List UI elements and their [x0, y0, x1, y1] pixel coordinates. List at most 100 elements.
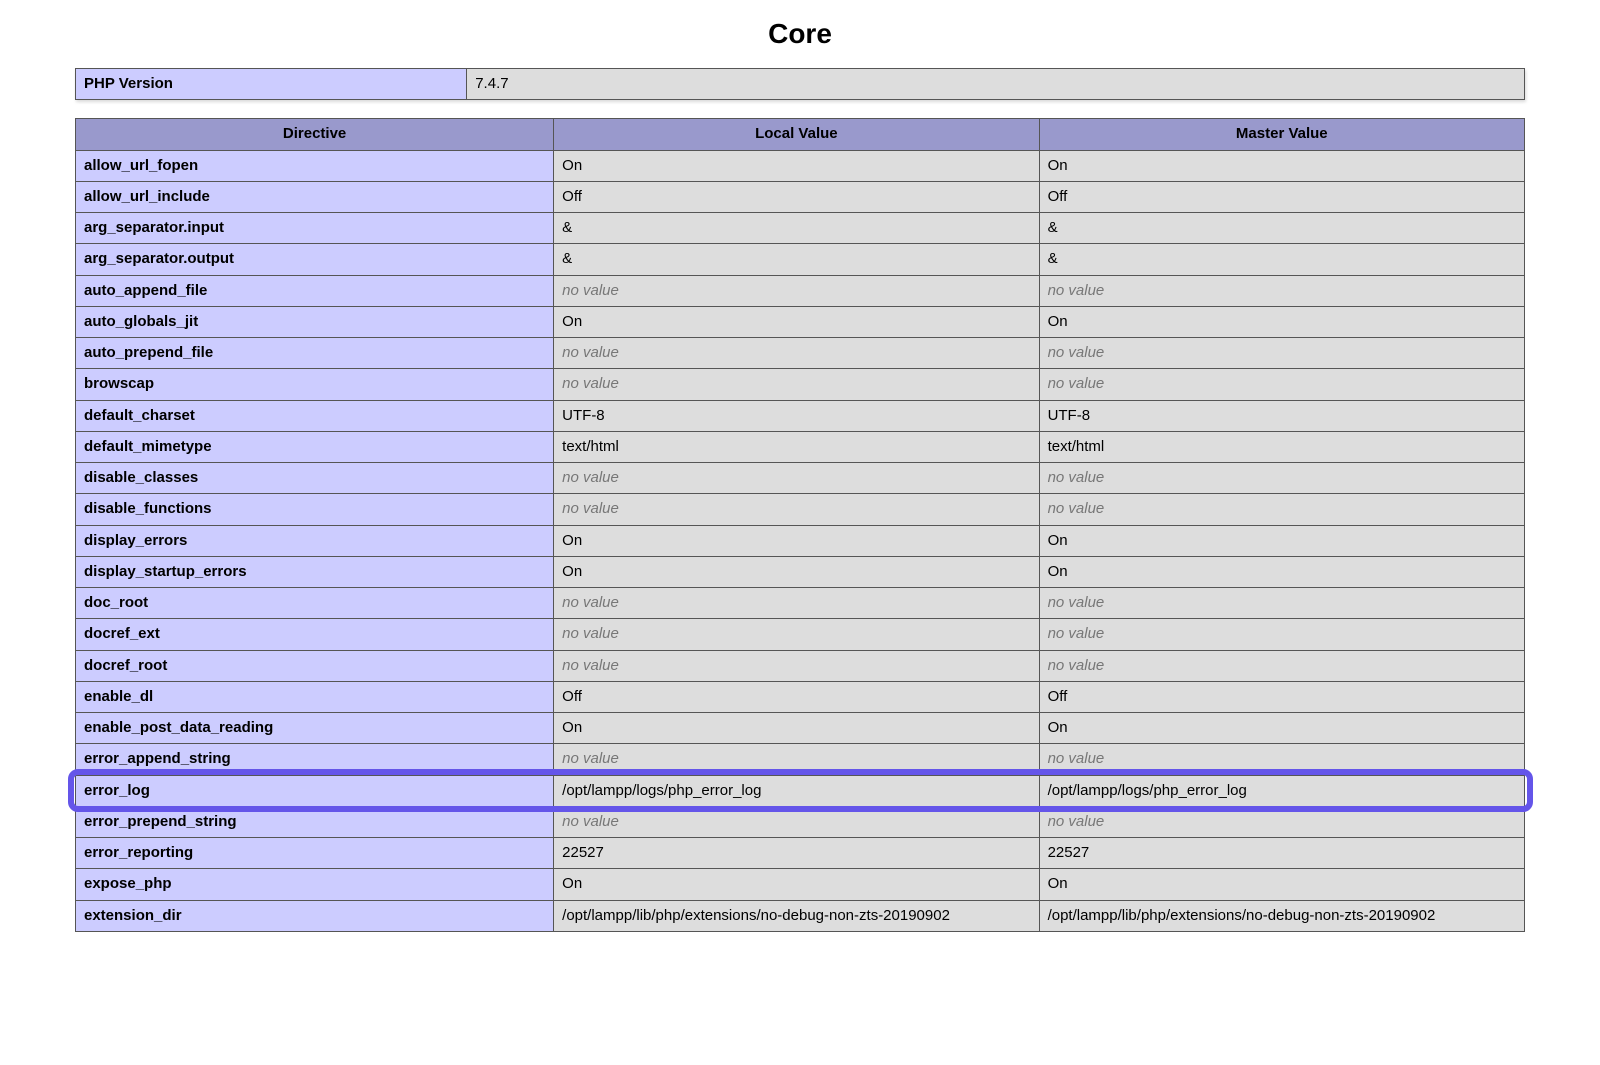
directive-local-value: On: [554, 306, 1039, 337]
directive-row: enable_dlOffOff: [76, 681, 1525, 712]
no-value-text: no value: [562, 282, 619, 299]
directive-name: error_log: [76, 775, 554, 806]
header-local-value: Local Value: [554, 119, 1039, 150]
no-value-text: no value: [1048, 469, 1105, 486]
directive-row: enable_post_data_readingOnOn: [76, 713, 1525, 744]
directive-row: browscapno valueno value: [76, 369, 1525, 400]
no-value-text: no value: [1048, 750, 1105, 767]
directive-local-value: no value: [554, 494, 1039, 525]
no-value-text: no value: [562, 344, 619, 361]
directives-header-row: Directive Local Value Master Value: [76, 119, 1525, 150]
directive-local-value: no value: [554, 744, 1039, 775]
directive-master-value: Off: [1039, 181, 1524, 212]
no-value-text: no value: [562, 625, 619, 642]
directive-master-value: &: [1039, 244, 1524, 275]
directive-local-value: On: [554, 713, 1039, 744]
php-version-value: 7.4.7: [467, 69, 1525, 100]
directive-master-value: no value: [1039, 463, 1524, 494]
directive-master-value: no value: [1039, 619, 1524, 650]
directive-local-value: On: [554, 869, 1039, 900]
no-value-text: no value: [1048, 500, 1105, 517]
php-version-row: PHP Version 7.4.7: [76, 69, 1525, 100]
directive-master-value: no value: [1039, 338, 1524, 369]
directive-row: disable_classesno valueno value: [76, 463, 1525, 494]
directive-name: error_append_string: [76, 744, 554, 775]
directive-local-value: Off: [554, 681, 1039, 712]
no-value-text: no value: [1048, 657, 1105, 674]
directive-local-value: On: [554, 150, 1039, 181]
directive-row: doc_root no value no value: [76, 588, 1525, 619]
directive-row: default_charsetUTF-8UTF-8: [76, 400, 1525, 431]
directive-name: default_mimetype: [76, 431, 554, 462]
directive-row: arg_separator.output&&: [76, 244, 1525, 275]
directive-row: arg_separator.input&&: [76, 213, 1525, 244]
directive-name: browscap: [76, 369, 554, 400]
php-version-label: PHP Version: [76, 69, 467, 100]
directive-name: auto_append_file: [76, 275, 554, 306]
directive-name: extension_dir: [76, 900, 554, 931]
directive-master-value: no value: [1039, 369, 1524, 400]
directive-name: default_charset: [76, 400, 554, 431]
directive-name: error_reporting: [76, 838, 554, 869]
directive-local-value: On: [554, 525, 1039, 556]
directive-local-value: UTF-8: [554, 400, 1039, 431]
directive-master-value: On: [1039, 713, 1524, 744]
directive-name: enable_post_data_reading: [76, 713, 554, 744]
directive-local-value: no value: [554, 369, 1039, 400]
directive-local-value: On: [554, 556, 1039, 587]
directive-local-value: no value: [554, 588, 1039, 619]
directive-master-value: no value: [1039, 650, 1524, 681]
directive-row: error_reporting2252722527: [76, 838, 1525, 869]
no-value-text: no value: [562, 750, 619, 767]
directive-local-value: no value: [554, 338, 1039, 369]
directive-local-value: text/html: [554, 431, 1039, 462]
directive-local-value: /opt/lampp/logs/php_error_log: [554, 775, 1039, 806]
directive-local-value: 22527: [554, 838, 1039, 869]
directive-row: allow_url_fopenOnOn: [76, 150, 1525, 181]
directive-name: allow_url_fopen: [76, 150, 554, 181]
directive-master-value: /opt/lampp/logs/php_error_log: [1039, 775, 1524, 806]
directive-local-value: no value: [554, 275, 1039, 306]
directive-master-value: no value: [1039, 275, 1524, 306]
directive-row: disable_functionsno valueno value: [76, 494, 1525, 525]
directive-master-value: On: [1039, 556, 1524, 587]
directive-name: allow_url_include: [76, 181, 554, 212]
directive-master-value: no value: [1039, 588, 1524, 619]
directive-master-value: 22527: [1039, 838, 1524, 869]
directive-master-value: UTF-8: [1039, 400, 1524, 431]
directive-master-value: no value: [1039, 494, 1524, 525]
directive-master-value: Off: [1039, 681, 1524, 712]
directive-row: auto_prepend_fileno valueno value: [76, 338, 1525, 369]
directive-local-value: &: [554, 244, 1039, 275]
no-value-text: no value: [562, 813, 619, 830]
directive-local-value: no value: [554, 463, 1039, 494]
directive-row: error_log/opt/lampp/logs/php_error_log/o…: [76, 775, 1525, 806]
directive-local-value: no value: [554, 806, 1039, 837]
no-value-text: no value: [1048, 594, 1105, 611]
no-value-text: no value: [562, 594, 619, 611]
directive-master-value: On: [1039, 150, 1524, 181]
directives-table: Directive Local Value Master Value allow…: [75, 118, 1525, 932]
directive-row: allow_url_includeOffOff: [76, 181, 1525, 212]
no-value-text: no value: [1048, 375, 1105, 392]
directive-row: error_append_string no value no value: [76, 744, 1525, 775]
directive-local-value: no value: [554, 619, 1039, 650]
directive-local-value: no value: [554, 650, 1039, 681]
directive-row: default_mimetypetext/htmltext/html: [76, 431, 1525, 462]
directive-local-value: /opt/lampp/lib/php/extensions/no-debug-n…: [554, 900, 1039, 931]
directive-row: expose_phpOnOn: [76, 869, 1525, 900]
directive-name: auto_globals_jit: [76, 306, 554, 337]
directive-master-value: &: [1039, 213, 1524, 244]
directive-name: display_startup_errors: [76, 556, 554, 587]
header-directive: Directive: [76, 119, 554, 150]
no-value-text: no value: [1048, 282, 1105, 299]
directive-name: doc_root: [76, 588, 554, 619]
directive-name: enable_dl: [76, 681, 554, 712]
directive-row: display_errorsOnOn: [76, 525, 1525, 556]
section-title: Core: [75, 18, 1525, 50]
no-value-text: no value: [1048, 813, 1105, 830]
no-value-text: no value: [1048, 625, 1105, 642]
directive-master-value: On: [1039, 525, 1524, 556]
directive-row: auto_globals_jitOnOn: [76, 306, 1525, 337]
directive-master-value: no value: [1039, 744, 1524, 775]
